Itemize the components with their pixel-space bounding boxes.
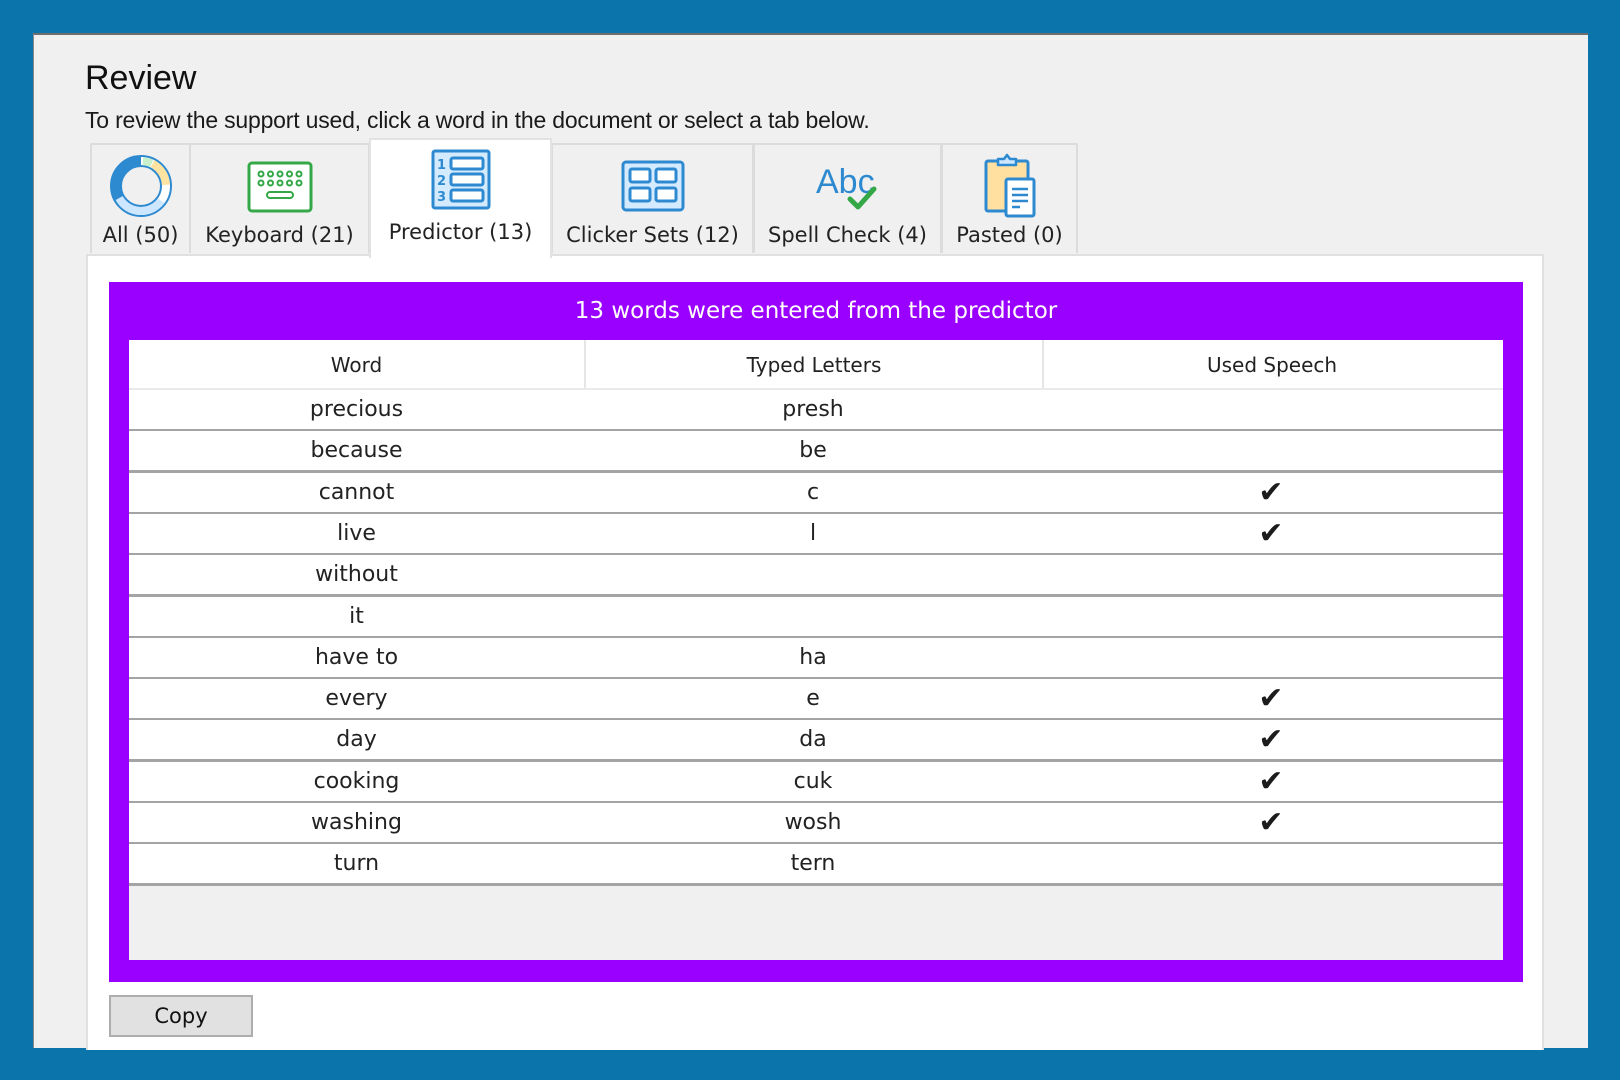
column-header-used-speech[interactable]: Used Speech xyxy=(1042,340,1500,388)
cell-typed-letters xyxy=(584,597,1042,636)
cell-word: turn xyxy=(333,851,380,877)
spell-check-icon: Abc xyxy=(816,163,876,210)
predictor-summary: 13 words were entered from the predictor xyxy=(574,298,1058,324)
svg-text:1: 1 xyxy=(437,158,446,173)
used-speech-check-icon xyxy=(1042,390,1500,429)
clipboard-icon xyxy=(984,153,1035,218)
tab-keyboard[interactable]: Keyboard (21) xyxy=(189,143,370,253)
numbered-list-icon: 123 xyxy=(431,149,490,210)
used-speech-check-icon: ✔ xyxy=(1258,515,1284,551)
predictor-table: Word Typed Letters Used Speech precious p… xyxy=(129,340,1503,960)
tab-clicker-sets[interactable]: Clicker Sets (12) xyxy=(551,143,754,253)
table-row[interactable]: it xyxy=(129,596,1503,639)
cell-word: without xyxy=(315,562,398,588)
cell-typed-letters: be xyxy=(799,438,827,464)
cell-typed-letters: c xyxy=(806,479,820,505)
cell-typed-letters: tern xyxy=(790,851,836,877)
tab-all[interactable]: All (50) xyxy=(90,143,191,253)
cell-typed-letters xyxy=(584,555,1042,594)
predictor-panel: 13 words were entered from the predictor… xyxy=(86,254,1544,1050)
used-speech-check-icon: ✔ xyxy=(1258,763,1284,799)
table-row[interactable]: because be xyxy=(129,431,1503,474)
column-header-typed-letters[interactable]: Typed Letters xyxy=(584,340,1042,388)
cell-word: live xyxy=(337,520,376,546)
cell-typed-letters: wosh xyxy=(784,810,842,835)
table-row[interactable]: cannot c ✔ xyxy=(129,472,1503,515)
cell-word: every xyxy=(325,686,388,712)
tab-predictor-label: Predictor (13) xyxy=(388,220,533,244)
cell-word: cooking xyxy=(313,768,400,794)
cell-typed-letters: cuk xyxy=(793,768,833,794)
cell-typed-letters: da xyxy=(799,727,827,753)
table-row[interactable]: have to ha xyxy=(129,637,1503,680)
cell-word: because xyxy=(310,438,403,464)
column-header-word[interactable]: Word xyxy=(129,340,584,388)
review-window: Review To review the support used, click… xyxy=(33,33,1588,1050)
table-row[interactable]: live l ✔ xyxy=(129,513,1503,556)
keyboard-icon xyxy=(247,161,312,213)
used-speech-check-icon xyxy=(1042,844,1500,883)
used-speech-check-icon xyxy=(1042,555,1500,594)
svg-text:2: 2 xyxy=(437,174,446,189)
cell-word: have to xyxy=(314,644,399,670)
table-row[interactable]: day da ✔ xyxy=(129,720,1503,763)
cell-word: it xyxy=(349,603,364,629)
table-row[interactable]: turn tern xyxy=(129,844,1503,887)
donut-chart-icon xyxy=(109,155,172,217)
table-header: Word Typed Letters Used Speech xyxy=(129,340,1503,390)
cell-word: washing xyxy=(311,810,402,835)
cell-word: cannot xyxy=(318,479,395,505)
cell-word: precious xyxy=(309,397,404,422)
tab-pasted[interactable]: Pasted (0) xyxy=(941,143,1078,253)
page-title: Review xyxy=(85,59,197,97)
used-speech-check-icon xyxy=(1042,431,1500,470)
cell-typed-letters: ha xyxy=(799,644,827,670)
table-row[interactable]: cooking cuk ✔ xyxy=(129,761,1503,804)
page-subtitle: To review the support used, click a word… xyxy=(85,107,870,133)
used-speech-check-icon xyxy=(1042,597,1500,636)
table-row[interactable]: every e ✔ xyxy=(129,679,1503,722)
tab-keyboard-label: Keyboard (21) xyxy=(205,223,354,247)
used-speech-check-icon: ✔ xyxy=(1258,681,1284,717)
cell-word: day xyxy=(336,727,377,753)
table-row[interactable]: precious presh xyxy=(129,390,1503,432)
cell-typed-letters: l xyxy=(809,520,817,546)
cell-typed-letters: e xyxy=(806,686,820,712)
tab-spell-check-label: Spell Check (4) xyxy=(768,223,927,247)
grid-icon xyxy=(621,160,684,212)
tab-predictor[interactable]: 123 Predictor (13) xyxy=(369,138,552,258)
tab-clicker-sets-label: Clicker Sets (12) xyxy=(566,223,739,247)
copy-button[interactable]: Copy xyxy=(109,995,253,1037)
table-row[interactable]: washing wosh ✔ xyxy=(129,803,1503,845)
used-speech-check-icon: ✔ xyxy=(1258,474,1284,510)
tab-spell-check[interactable]: Abc Spell Check (4) xyxy=(753,143,942,253)
table-row[interactable]: without xyxy=(129,555,1503,598)
used-speech-check-icon: ✔ xyxy=(1258,722,1284,758)
predictor-frame: 13 words were entered from the predictor… xyxy=(109,282,1523,982)
tab-all-label: All (50) xyxy=(102,223,179,247)
svg-text:3: 3 xyxy=(437,190,446,205)
tab-pasted-label: Pasted (0) xyxy=(956,223,1063,247)
cell-typed-letters: presh xyxy=(782,397,844,422)
used-speech-check-icon: ✔ xyxy=(1258,805,1284,840)
used-speech-check-icon xyxy=(1042,638,1500,677)
